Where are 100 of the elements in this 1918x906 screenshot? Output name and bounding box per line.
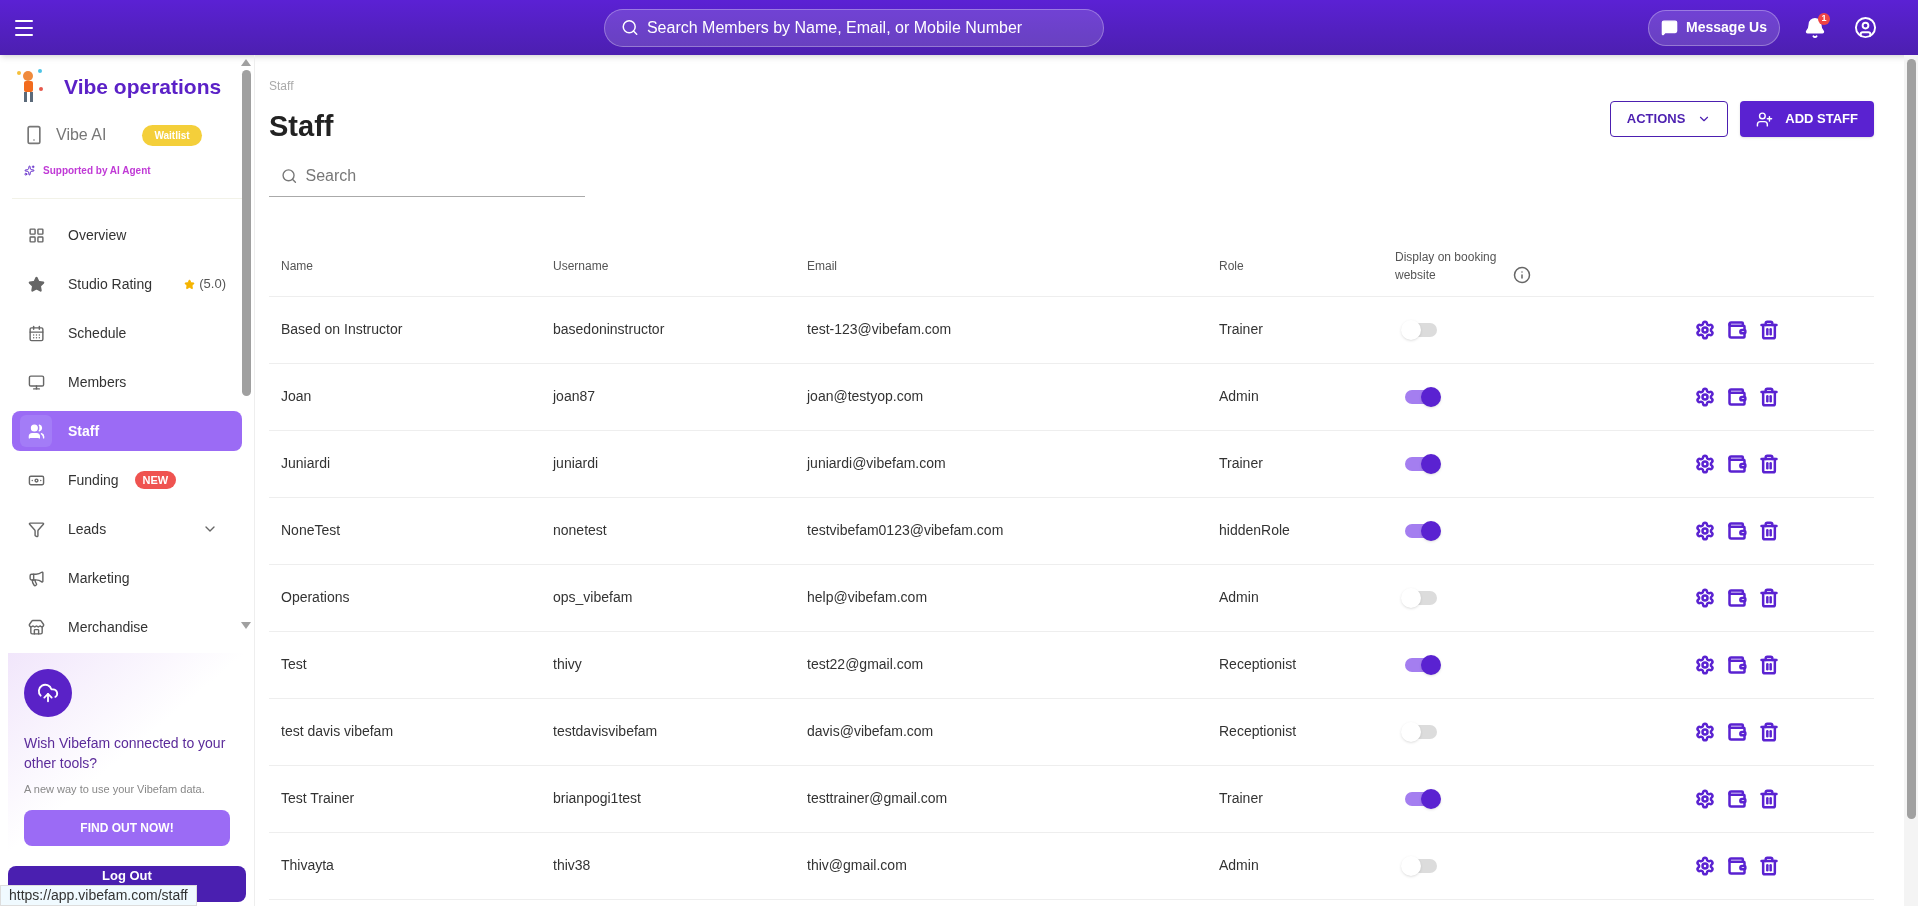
- message-us-button[interactable]: Message Us: [1648, 9, 1780, 46]
- trash-icon[interactable]: [1759, 386, 1779, 407]
- table-cell-text: Receptionist: [1219, 655, 1298, 674]
- table-cell-text: ops_vibefam: [553, 588, 634, 607]
- table-cell-text: davis@vibefam.com: [807, 722, 935, 741]
- sidebar-item[interactable]: Funding NEW: [12, 460, 242, 500]
- trash-icon[interactable]: [1759, 520, 1779, 541]
- trash-icon[interactable]: [1759, 453, 1779, 474]
- table-cell-text: test22@gmail.com: [807, 655, 925, 674]
- settings-icon[interactable]: [1695, 721, 1715, 742]
- trash-icon[interactable]: [1759, 788, 1779, 809]
- device-icon: [24, 125, 44, 145]
- table-cell-text: NoneTest: [281, 521, 342, 540]
- account-icon[interactable]: [1854, 16, 1877, 39]
- search-input[interactable]: Search: [305, 164, 573, 188]
- wallet-icon[interactable]: [1727, 453, 1747, 474]
- table-cell-text: nonetest: [553, 521, 608, 540]
- promo-text: A new way to use your Vibefam data.: [24, 782, 206, 797]
- add-staff-button[interactable]: ADD STAFF: [1740, 101, 1874, 137]
- wallet-icon[interactable]: [1727, 520, 1747, 541]
- sidebar-item[interactable]: Studio Rating (5.0): [12, 264, 242, 304]
- column-header: Email: [807, 258, 838, 275]
- wallet-icon[interactable]: [1727, 721, 1747, 742]
- table-cell-text: brianpogi1test: [553, 789, 642, 808]
- scrollbar-thumb[interactable]: [241, 70, 251, 396]
- search-input[interactable]: Search Members by Name, Email, or Mobile Number: [646, 15, 1087, 40]
- trash-icon[interactable]: [1759, 587, 1779, 608]
- table-cell-text: thiv38: [553, 856, 592, 875]
- column-header: Name: [281, 258, 314, 275]
- wallet-icon[interactable]: [1727, 386, 1747, 407]
- wallet-icon[interactable]: [1727, 788, 1747, 809]
- wallet-icon[interactable]: [1727, 587, 1747, 608]
- table-cell-text: thiv@gmail.com: [807, 856, 908, 875]
- store-icon: [27, 618, 45, 636]
- wallet-icon[interactable]: [1727, 654, 1747, 675]
- column-header: Display on booking website: [1395, 249, 1498, 284]
- wallet-icon[interactable]: [1727, 319, 1747, 340]
- settings-icon[interactable]: [1695, 654, 1715, 675]
- sidebar-item[interactable]: Staff: [12, 411, 242, 451]
- table-cell-text: testtrainer@gmail.com: [807, 789, 949, 808]
- grid-icon: [27, 226, 45, 244]
- settings-icon[interactable]: [1695, 587, 1715, 608]
- settings-icon[interactable]: [1695, 788, 1715, 809]
- table-cell-text: basedoninstructor: [553, 320, 666, 339]
- table-cell-text: juniardi: [553, 454, 600, 473]
- settings-icon[interactable]: [1695, 386, 1715, 407]
- calendar-icon: [27, 324, 45, 342]
- wallet-icon[interactable]: [1727, 855, 1747, 876]
- chat-icon: [1661, 19, 1679, 36]
- waitlist-badge: Waitlist: [142, 124, 202, 146]
- trash-icon[interactable]: [1759, 654, 1779, 675]
- find-out-button[interactable]: FIND OUT NOW!: [24, 809, 230, 846]
- column-header: Role: [1219, 258, 1245, 275]
- sidebar-item[interactable]: Leads: [12, 509, 242, 549]
- bell-icon[interactable]: [1804, 16, 1826, 39]
- table-cell-text: thivy: [553, 655, 583, 674]
- table-cell-text: test-123@vibefam.com: [807, 320, 953, 339]
- brand-name: Vibe operations: [64, 74, 222, 101]
- ai-agent-note: Supported by AI Agent: [43, 164, 151, 178]
- table-cell-text: testdavisvibefam: [553, 722, 659, 741]
- settings-icon[interactable]: [1695, 319, 1715, 340]
- star-icon: [27, 275, 45, 293]
- settings-icon[interactable]: [1695, 520, 1715, 541]
- search-field[interactable]: Search: [269, 156, 585, 197]
- megaphone-icon: [27, 569, 45, 587]
- table-cell-text: help@vibefam.com: [807, 588, 929, 607]
- add-person-icon: [1756, 110, 1774, 128]
- scrollbar-thumb[interactable]: [1906, 59, 1916, 819]
- sidebar-item[interactable]: Marketing: [12, 558, 242, 598]
- people-icon: [27, 422, 45, 440]
- table-cell-text: Trainer: [1219, 789, 1264, 808]
- info-icon[interactable]: [1513, 266, 1531, 284]
- sidebar-item[interactable]: Members: [12, 362, 242, 402]
- table-cell-text: Test: [281, 655, 308, 674]
- settings-icon[interactable]: [1695, 855, 1715, 876]
- table-cell-text: Trainer: [1219, 320, 1264, 339]
- sidebar-item[interactable]: Overview: [12, 215, 242, 255]
- actions-button[interactable]: ACTIONS: [1609, 101, 1729, 137]
- table-cell-text: Based on Instructor: [281, 320, 404, 339]
- monitor-icon: [27, 373, 45, 391]
- sparkle-icon: [24, 165, 35, 176]
- table-cell-text: Thivayta: [281, 856, 335, 875]
- table-cell-text: Test Trainer: [281, 789, 356, 808]
- table-cell-text: Joan: [281, 387, 313, 406]
- table-cell-text: joan87: [553, 387, 597, 406]
- column-header: Username: [553, 258, 610, 275]
- trash-icon[interactable]: [1759, 319, 1779, 340]
- sidebar-item[interactable]: Merchandise: [12, 607, 242, 647]
- table-cell-text: Operations: [281, 588, 351, 607]
- table-cell-text: testvibefam0123@vibefam.com: [807, 521, 1005, 540]
- table-cell-text: Admin: [1219, 387, 1260, 406]
- settings-icon[interactable]: [1695, 453, 1715, 474]
- trash-icon[interactable]: [1759, 855, 1779, 876]
- scroll-down-icon[interactable]: [241, 622, 251, 629]
- trash-icon[interactable]: [1759, 721, 1779, 742]
- sidebar-item[interactable]: Schedule: [12, 313, 242, 353]
- vibe-ai-label[interactable]: Vibe AI: [56, 123, 107, 147]
- table-cell-text: Juniardi: [281, 454, 332, 473]
- filter-icon: [27, 520, 45, 538]
- search-icon: [621, 18, 639, 37]
